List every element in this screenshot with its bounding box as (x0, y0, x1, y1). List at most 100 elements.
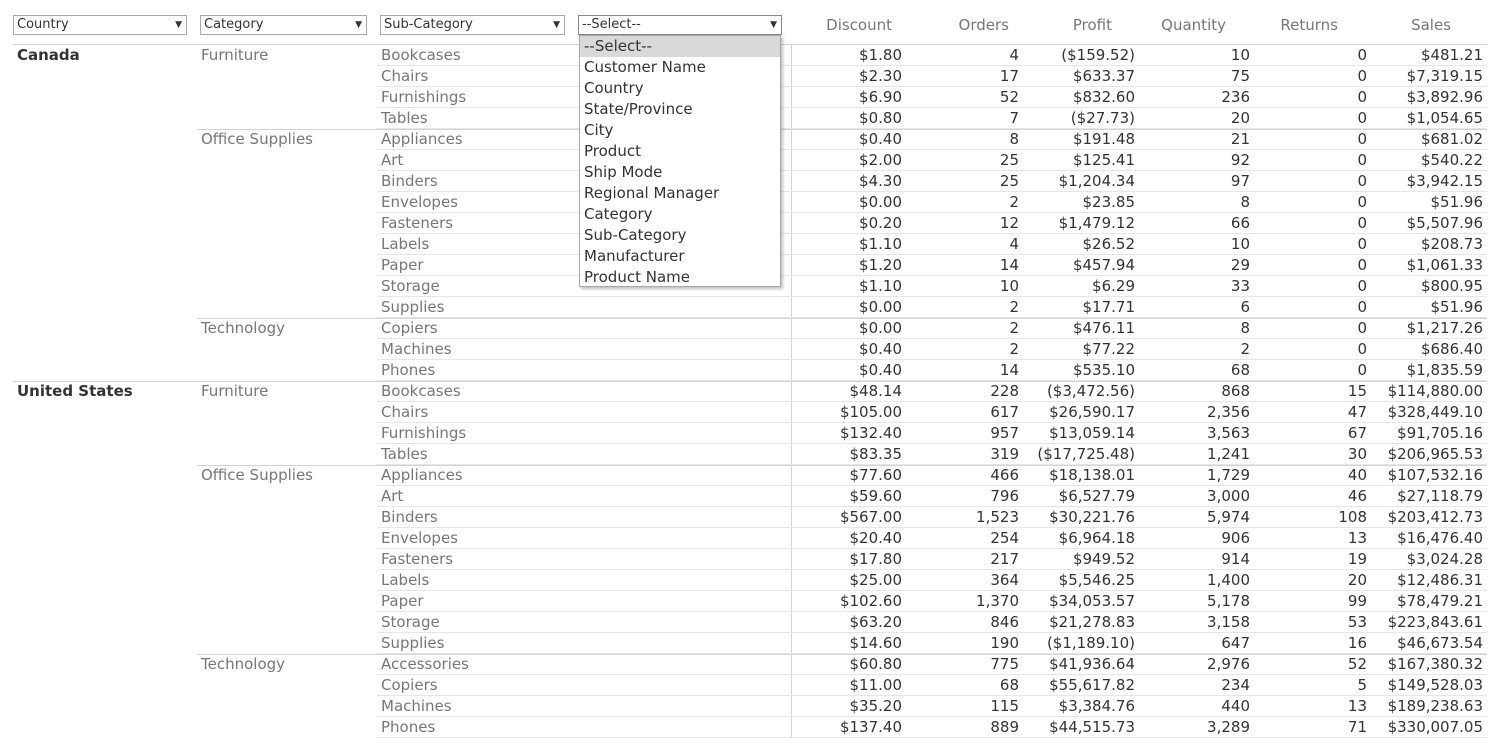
table-row[interactable]: Appliances $77.60 466 $18,138.01 1,729 40 $107… (377, 465, 1487, 486)
table-row[interactable]: Chairs $2.30 17 $633.37 75 0 $7,319.15 (377, 66, 1487, 87)
dropdown-option[interactable]: Product Name (580, 267, 780, 288)
row-header-sub-category[interactable]: Appliances (381, 129, 463, 149)
table-row[interactable]: Storage $1.10 10 $6.29 33 0 $800.95 (377, 276, 1487, 297)
column-header-quantity[interactable]: Quantity (1140, 15, 1226, 35)
row-header-sub-category[interactable]: Chairs (381, 66, 428, 86)
dimension-select[interactable]: --Select-- ▼ (578, 15, 782, 35)
row-header-sub-category[interactable]: Paper (381, 255, 423, 275)
row-header-sub-category[interactable]: Storage (381, 276, 440, 296)
row-header-sub-category[interactable]: Machines (381, 696, 452, 716)
row-header-category[interactable]: Technology (201, 318, 285, 338)
dropdown-option[interactable]: Manufacturer (580, 246, 780, 267)
table-row[interactable]: Paper $1.20 14 $457.94 29 0 $1,061.33 (377, 255, 1487, 276)
row-header-country[interactable]: Canada (17, 45, 80, 65)
row-header-sub-category[interactable]: Supplies (381, 297, 444, 317)
table-row[interactable]: Machines $35.20 115 $3,384.76 440 13 $189,238.… (377, 696, 1487, 717)
dropdown-option[interactable]: Product (580, 141, 780, 162)
category-filter-select[interactable]: Category ▼ (200, 15, 367, 35)
table-row[interactable]: Paper $102.60 1,370 $34,053.57 5,178 99 $78,47… (377, 591, 1487, 612)
dropdown-option[interactable]: Regional Manager (580, 183, 780, 204)
table-row[interactable]: Copiers $0.00 2 $476.11 8 0 $1,217.26 (377, 318, 1487, 339)
table-row[interactable]: Bookcases $1.80 4 ($159.52) 10 0 $481.21 (377, 45, 1487, 66)
row-header-sub-category[interactable]: Machines (381, 339, 452, 359)
row-header-sub-category[interactable]: Labels (381, 570, 429, 590)
table-row[interactable]: Art $2.00 25 $125.41 92 0 $540.22 (377, 150, 1487, 171)
table-row[interactable]: Fasteners $0.20 12 $1,479.12 66 0 $5,507.96 (377, 213, 1487, 234)
table-row[interactable]: Tables $83.35 319 ($17,725.48) 1,241 30 $206,9… (377, 444, 1487, 465)
row-header-category[interactable]: Furniture (201, 45, 268, 65)
chevron-down-icon[interactable]: ▼ (355, 16, 362, 34)
row-header-sub-category[interactable]: Copiers (381, 675, 438, 695)
row-header-sub-category[interactable]: Fasteners (381, 549, 453, 569)
row-header-category[interactable]: Office Supplies (201, 129, 313, 149)
row-header-country[interactable]: United States (17, 381, 133, 401)
dropdown-option[interactable]: City (580, 120, 780, 141)
table-row[interactable]: Bookcases $48.14 228 ($3,472.56) 868 15 $114,8… (377, 381, 1487, 402)
row-header-category[interactable]: Furniture (201, 381, 268, 401)
sub-category-filter-select[interactable]: Sub-Category ▼ (380, 15, 565, 35)
column-header-sales[interactable]: Sales (1380, 15, 1451, 35)
chevron-down-icon[interactable]: ▼ (770, 16, 777, 34)
table-row[interactable]: Binders $4.30 25 $1,204.34 97 0 $3,942.15 (377, 171, 1487, 192)
row-header-sub-category[interactable]: Tables (381, 108, 428, 128)
table-row[interactable]: Envelopes $0.00 2 $23.85 8 0 $51.96 (377, 192, 1487, 213)
row-header-sub-category[interactable]: Labels (381, 234, 429, 254)
row-header-sub-category[interactable]: Phones (381, 717, 435, 737)
column-header-returns[interactable]: Returns (1260, 15, 1338, 35)
dropdown-option[interactable]: Sub-Category (580, 225, 780, 246)
row-header-sub-category[interactable]: Chairs (381, 402, 428, 422)
table-row[interactable]: Art $59.60 796 $6,527.79 3,000 46 $27,118.79 (377, 486, 1487, 507)
row-header-sub-category[interactable]: Appliances (381, 465, 463, 485)
table-row[interactable]: Copiers $11.00 68 $55,617.82 234 5 $149,528.03 (377, 675, 1487, 696)
row-header-sub-category[interactable]: Tables (381, 444, 428, 464)
chevron-down-icon[interactable]: ▼ (175, 16, 182, 34)
row-header-sub-category[interactable]: Supplies (381, 633, 444, 653)
table-row[interactable]: Furnishings $132.40 957 $13,059.14 3,563 67 $9… (377, 423, 1487, 444)
row-header-sub-category[interactable]: Art (381, 486, 403, 506)
row-header-sub-category[interactable]: Envelopes (381, 528, 458, 548)
row-header-category[interactable]: Office Supplies (201, 465, 313, 485)
dropdown-option[interactable]: --Select-- (580, 36, 780, 57)
row-header-sub-category[interactable]: Art (381, 150, 403, 170)
table-row[interactable]: Phones $0.40 14 $535.10 68 0 $1,835.59 (377, 360, 1487, 381)
row-header-sub-category[interactable]: Furnishings (381, 87, 466, 107)
table-row[interactable]: Accessories $60.80 775 $41,936.64 2,976 52 $16… (377, 654, 1487, 675)
row-header-sub-category[interactable]: Envelopes (381, 192, 458, 212)
table-row[interactable]: Tables $0.80 7 ($27.73) 20 0 $1,054.65 (377, 108, 1487, 129)
row-header-sub-category[interactable]: Binders (381, 507, 438, 527)
table-row[interactable]: Machines $0.40 2 $77.22 2 0 $686.40 (377, 339, 1487, 360)
row-header-sub-category[interactable]: Storage (381, 612, 440, 632)
table-row[interactable]: Envelopes $20.40 254 $6,964.18 906 13 $16,476.… (377, 528, 1487, 549)
row-header-sub-category[interactable]: Bookcases (381, 45, 461, 65)
row-header-sub-category[interactable]: Paper (381, 591, 423, 611)
table-row[interactable]: Chairs $105.00 617 $26,590.17 2,356 47 $328,44… (377, 402, 1487, 423)
table-row[interactable]: Fasteners $17.80 217 $949.52 914 19 $3,024.28 (377, 549, 1487, 570)
table-row[interactable]: Furnishings $6.90 52 $832.60 236 0 $3,892.96 (377, 87, 1487, 108)
table-row[interactable]: Labels $1.10 4 $26.52 10 0 $208.73 (377, 234, 1487, 255)
dropdown-option[interactable]: Country (580, 78, 780, 99)
dropdown-option[interactable]: Ship Mode (580, 162, 780, 183)
row-header-sub-category[interactable]: Accessories (381, 654, 469, 674)
table-row[interactable]: Appliances $0.40 8 $191.48 21 0 $681.02 (377, 129, 1487, 150)
dropdown-option[interactable]: Category (580, 204, 780, 225)
row-header-sub-category[interactable]: Fasteners (381, 213, 453, 233)
table-row[interactable]: Storage $63.20 846 $21,278.83 3,158 53 $223,84… (377, 612, 1487, 633)
table-row[interactable]: Phones $137.40 889 $44,515.73 3,289 71 $330,00… (377, 717, 1487, 738)
table-row[interactable]: Supplies $0.00 2 $17.71 6 0 $51.96 (377, 297, 1487, 318)
row-header-sub-category[interactable]: Phones (381, 360, 435, 380)
column-header-discount[interactable]: Discount (800, 15, 892, 35)
country-filter-select[interactable]: Country ▼ (13, 15, 187, 35)
column-header-profit[interactable]: Profit (1040, 15, 1112, 35)
row-header-sub-category[interactable]: Furnishings (381, 423, 466, 443)
row-header-sub-category[interactable]: Binders (381, 171, 438, 191)
dropdown-option[interactable]: Customer Name (580, 57, 780, 78)
table-row[interactable]: Binders $567.00 1,523 $30,221.76 5,974 108 $20… (377, 507, 1487, 528)
row-header-sub-category[interactable]: Bookcases (381, 381, 461, 401)
dropdown-option[interactable]: State/Province (580, 99, 780, 120)
column-header-orders[interactable]: Orders (940, 15, 1009, 35)
row-header-sub-category[interactable]: Copiers (381, 318, 438, 338)
table-row[interactable]: Labels $25.00 364 $5,546.25 1,400 20 $12,486.3… (377, 570, 1487, 591)
table-row[interactable]: Supplies $14.60 190 ($1,189.10) 647 16 $46,673… (377, 633, 1487, 654)
chevron-down-icon[interactable]: ▼ (553, 16, 560, 34)
row-header-category[interactable]: Technology (201, 654, 285, 674)
